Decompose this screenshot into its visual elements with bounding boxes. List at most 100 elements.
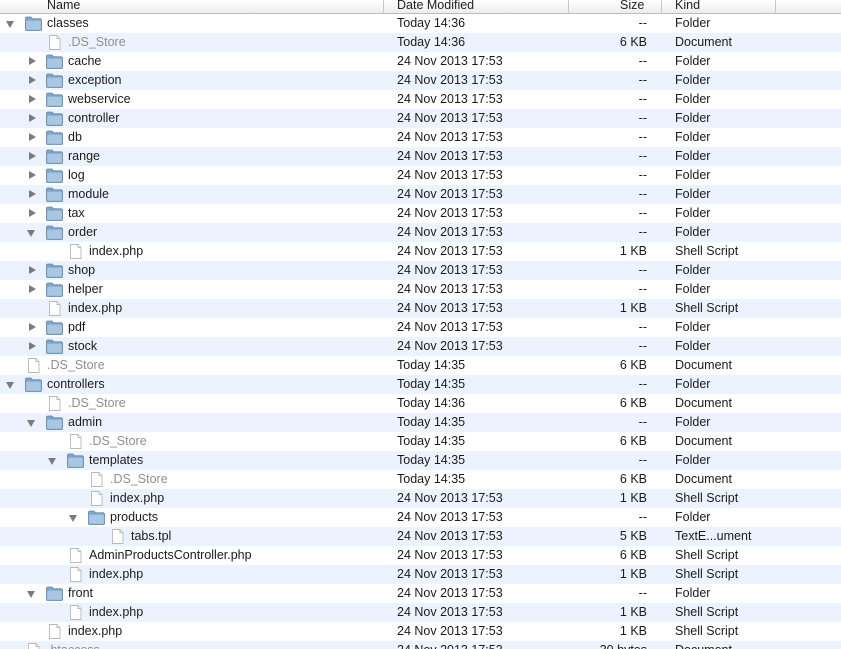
disclosure-open-icon[interactable] [68, 508, 80, 527]
file-row[interactable]: index.php 24 Nov 2013 17:53 1 KB Shell Scri… [0, 565, 841, 584]
folder-icon [46, 415, 63, 430]
disclosure-open-icon[interactable] [5, 375, 17, 394]
file-row[interactable]: .DS_Store Today 14:35 6 KB Document [0, 470, 841, 489]
name-cell: front [0, 584, 382, 603]
column-header-name[interactable]: Name [47, 0, 80, 12]
size-cell: 1 KB [619, 624, 647, 638]
folder-row[interactable]: controller 24 Nov 2013 17:53 -- Folder [0, 109, 841, 128]
folder-row[interactable]: cache 24 Nov 2013 17:53 -- Folder [0, 52, 841, 71]
date-modified-cell: 24 Nov 2013 17:53 [397, 168, 503, 182]
disclosure-closed-icon[interactable] [26, 109, 38, 128]
date-modified-cell: 24 Nov 2013 17:53 [397, 624, 503, 638]
file-row[interactable]: tabs.tpl 24 Nov 2013 17:53 5 KB TextE...ume… [0, 527, 841, 546]
folder-row[interactable]: range 24 Nov 2013 17:53 -- Folder [0, 147, 841, 166]
column-divider[interactable] [775, 0, 776, 14]
file-name: .DS_Store [68, 396, 126, 410]
kind-cell: Folder [675, 339, 711, 353]
folder-row[interactable]: templates Today 14:35 -- Folder [0, 451, 841, 470]
disclosure-closed-icon[interactable] [26, 166, 38, 185]
kind-cell: TextE...ument [675, 529, 752, 543]
disclosure-closed-icon[interactable] [26, 280, 38, 299]
name-cell: pdf [0, 318, 382, 337]
file-row[interactable]: index.php 24 Nov 2013 17:53 1 KB Shell Scri… [0, 299, 841, 318]
disclosure-closed-icon[interactable] [26, 147, 38, 166]
kind-cell: Folder [675, 453, 711, 467]
file-row[interactable]: .DS_Store Today 14:36 6 KB Document [0, 33, 841, 52]
name-cell: index.php [0, 242, 382, 261]
disclosure-closed-icon[interactable] [26, 71, 38, 90]
file-row[interactable]: .DS_Store Today 14:35 6 KB Document [0, 432, 841, 451]
name-cell: index.php [0, 603, 382, 622]
size-cell: 6 KB [619, 548, 647, 562]
folder-row[interactable]: db 24 Nov 2013 17:53 -- Folder [0, 128, 841, 147]
column-header-date-modified[interactable]: Date Modified [397, 0, 474, 12]
disclosure-closed-icon[interactable] [26, 128, 38, 147]
folder-row[interactable]: order 24 Nov 2013 17:53 -- Folder [0, 223, 841, 242]
date-modified-cell: 24 Nov 2013 17:53 [397, 149, 503, 163]
kind-cell: Folder [675, 510, 711, 524]
column-divider[interactable] [568, 0, 569, 14]
file-row[interactable]: .DS_Store Today 14:36 6 KB Document [0, 394, 841, 413]
document-icon [109, 529, 126, 544]
folder-row[interactable]: shop 24 Nov 2013 17:53 -- Folder [0, 261, 841, 280]
folder-row[interactable]: module 24 Nov 2013 17:53 -- Folder [0, 185, 841, 204]
column-header-kind[interactable]: Kind [675, 0, 700, 12]
folder-row[interactable]: tax 24 Nov 2013 17:53 -- Folder [0, 204, 841, 223]
column-divider[interactable] [661, 0, 662, 14]
disclosure-closed-icon[interactable] [26, 90, 38, 109]
size-cell: -- [638, 263, 647, 277]
file-name: shop [68, 263, 96, 277]
file-name: index.php [68, 624, 123, 638]
size-cell: 5 KB [619, 529, 647, 543]
date-modified-cell: 24 Nov 2013 17:53 [397, 529, 503, 543]
disclosure-open-icon[interactable] [26, 223, 38, 242]
disclosure-open-icon[interactable] [47, 451, 59, 470]
column-divider[interactable] [383, 0, 384, 14]
disclosure-closed-icon[interactable] [26, 52, 38, 71]
folder-row[interactable]: exception 24 Nov 2013 17:53 -- Folder [0, 71, 841, 90]
folder-row[interactable]: webservice 24 Nov 2013 17:53 -- Folder [0, 90, 841, 109]
disclosure-closed-icon[interactable] [26, 185, 38, 204]
disclosure-closed-icon[interactable] [26, 337, 38, 356]
date-modified-cell: 24 Nov 2013 17:53 [397, 206, 503, 220]
file-row[interactable]: index.php 24 Nov 2013 17:53 1 KB Shell Scri… [0, 603, 841, 622]
date-modified-cell: 24 Nov 2013 17:53 [397, 320, 503, 334]
folder-row[interactable]: admin Today 14:35 -- Folder [0, 413, 841, 432]
folder-row[interactable]: pdf 24 Nov 2013 17:53 -- Folder [0, 318, 841, 337]
disclosure-open-icon[interactable] [26, 584, 38, 603]
disclosure-open-icon[interactable] [26, 413, 38, 432]
folder-row[interactable]: helper 24 Nov 2013 17:53 -- Folder [0, 280, 841, 299]
column-header-size[interactable]: Size [620, 0, 644, 12]
disclosure-closed-icon[interactable] [26, 204, 38, 223]
folder-row[interactable]: log 24 Nov 2013 17:53 -- Folder [0, 166, 841, 185]
kind-cell: Shell Script [675, 624, 739, 638]
folder-row[interactable]: stock 24 Nov 2013 17:53 -- Folder [0, 337, 841, 356]
file-row[interactable]: .htaccess 24 Nov 2013 17:53 30 bytes Docume… [0, 641, 841, 649]
folder-icon [46, 54, 63, 69]
date-modified-cell: Today 14:35 [397, 453, 466, 467]
disclosure-closed-icon[interactable] [26, 261, 38, 280]
file-name: index.php [89, 244, 144, 258]
kind-cell: Folder [675, 54, 711, 68]
file-name: admin [68, 415, 103, 429]
file-row[interactable]: index.php 24 Nov 2013 17:53 1 KB Shell Scri… [0, 489, 841, 508]
date-modified-cell: 24 Nov 2013 17:53 [397, 605, 503, 619]
file-name: order [68, 225, 98, 239]
folder-row[interactable]: front 24 Nov 2013 17:53 -- Folder [0, 584, 841, 603]
size-cell: -- [638, 168, 647, 182]
size-cell: 1 KB [619, 301, 647, 315]
folder-icon [25, 16, 42, 31]
folder-row[interactable]: products 24 Nov 2013 17:53 -- Folder [0, 508, 841, 527]
folder-row[interactable]: classes Today 14:36 -- Folder [0, 14, 841, 33]
folder-row[interactable]: controllers Today 14:35 -- Folder [0, 375, 841, 394]
disclosure-open-icon[interactable] [5, 14, 17, 33]
file-row[interactable]: index.php 24 Nov 2013 17:53 1 KB Shell Scri… [0, 242, 841, 261]
file-row[interactable]: index.php 24 Nov 2013 17:53 1 KB Shell Scri… [0, 622, 841, 641]
disclosure-closed-icon[interactable] [26, 318, 38, 337]
size-cell: -- [638, 206, 647, 220]
file-row[interactable]: AdminProductsController.php 24 Nov 2013 1… [0, 546, 841, 565]
file-row[interactable]: .DS_Store Today 14:35 6 KB Document [0, 356, 841, 375]
size-cell: -- [638, 377, 647, 391]
file-list: classes Today 14:36 -- Folder .DS_Store Today… [0, 14, 841, 649]
file-name: products [110, 510, 158, 524]
